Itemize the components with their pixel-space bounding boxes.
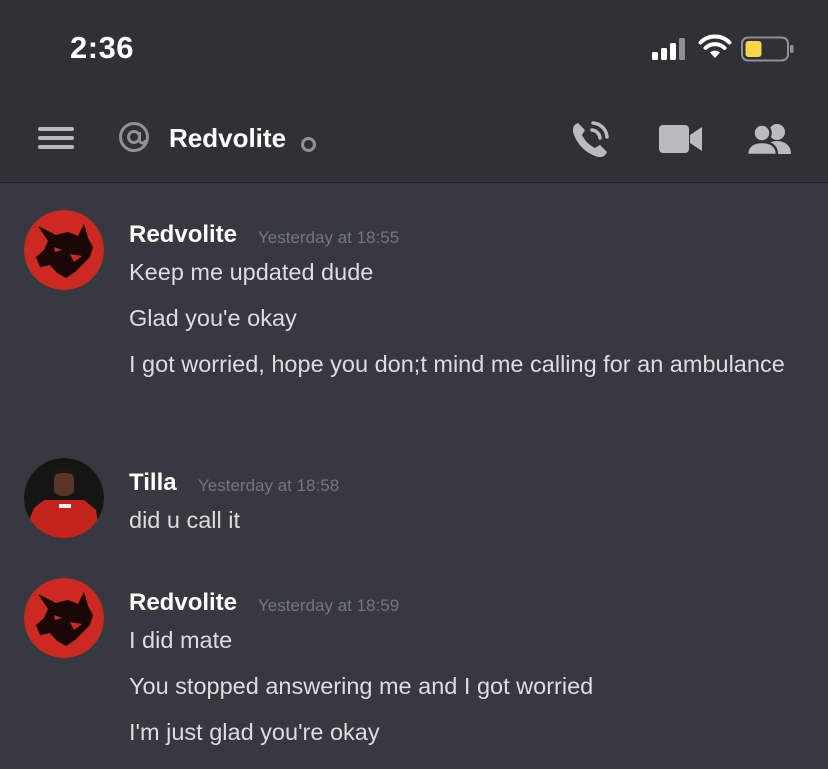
- status-time: 2:36: [70, 30, 135, 65]
- cellular-signal-icon: [652, 38, 688, 60]
- battery-icon: [741, 36, 794, 62]
- avatar[interactable]: [24, 458, 104, 538]
- message-timestamp: Yesterday at 18:59: [258, 596, 400, 615]
- message-author[interactable]: Redvolite: [129, 221, 237, 249]
- channel-header: Redvolite: [0, 96, 828, 183]
- status-dot-icon: [301, 137, 316, 152]
- message-text[interactable]: I did mate: [129, 622, 789, 658]
- status-bar: 2:36: [0, 0, 828, 96]
- channel-name: Redvolite: [169, 123, 287, 153]
- hamburger-icon[interactable]: [38, 123, 74, 151]
- message-text[interactable]: I'm just glad you're okay: [129, 714, 789, 750]
- message-timestamp: Yesterday at 18:58: [198, 476, 340, 495]
- phone-call-icon[interactable]: [570, 120, 612, 160]
- message-timestamp: Yesterday at 18:55: [258, 228, 400, 247]
- wifi-icon: [698, 34, 732, 58]
- members-icon[interactable]: [745, 122, 793, 156]
- message-text[interactable]: did u call it: [129, 502, 789, 538]
- message-author[interactable]: Redvolite: [129, 589, 237, 617]
- avatar[interactable]: [24, 210, 104, 290]
- message-text[interactable]: You stopped answering me and I got worri…: [129, 668, 789, 704]
- message-text[interactable]: Keep me updated dude: [129, 254, 789, 290]
- avatar[interactable]: [24, 578, 104, 658]
- at-icon: [119, 122, 149, 152]
- video-camera-icon[interactable]: [659, 124, 703, 154]
- message-text[interactable]: I got worried, hope you don;t mind me ca…: [129, 346, 789, 382]
- message-text[interactable]: Glad you'e okay: [129, 300, 789, 336]
- message-author[interactable]: Tilla: [129, 469, 177, 497]
